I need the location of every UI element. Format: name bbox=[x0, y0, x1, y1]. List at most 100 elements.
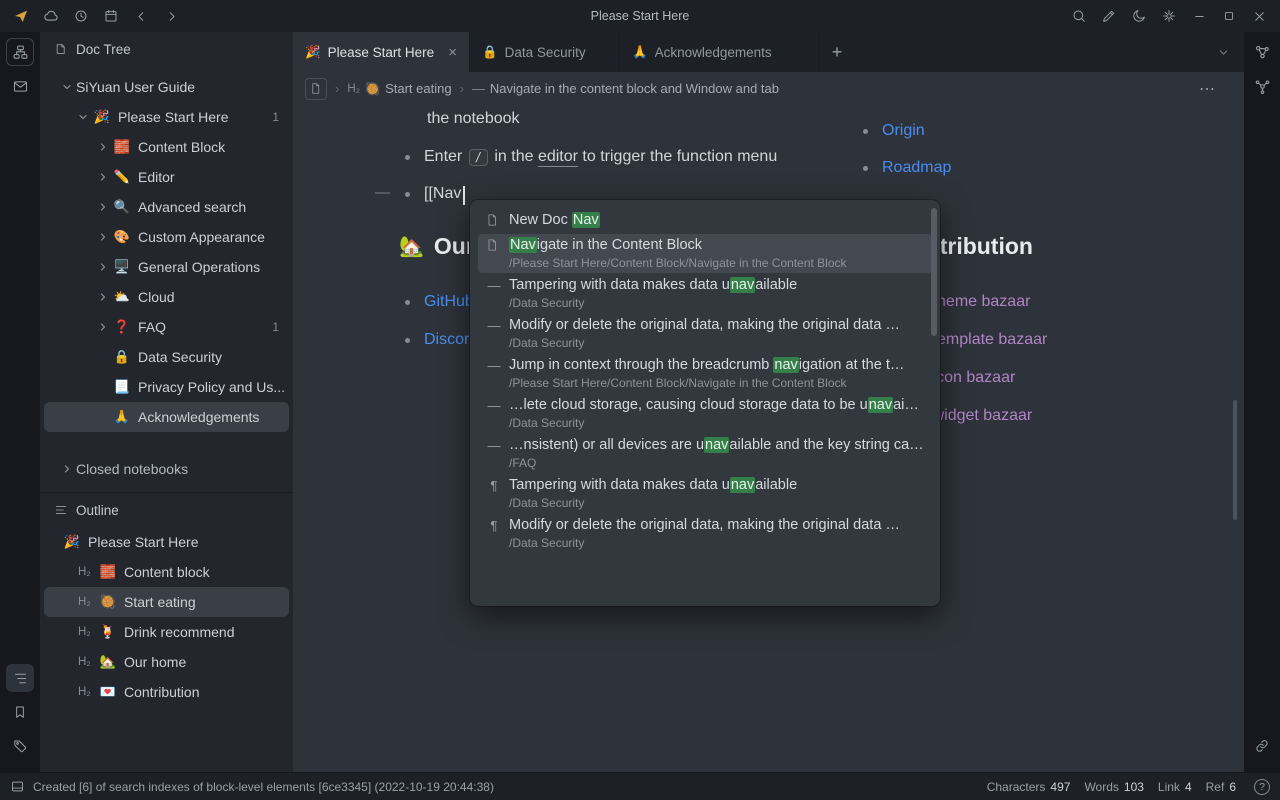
siyuan-logo-icon bbox=[6, 3, 36, 29]
minimize-button[interactable] bbox=[1184, 3, 1214, 29]
search-result-item[interactable]: New Doc Nav bbox=[478, 206, 932, 233]
breadcrumb-separator: › bbox=[335, 81, 339, 96]
outline-icon bbox=[54, 503, 68, 517]
graph-icon[interactable] bbox=[1248, 38, 1276, 66]
edit-pencil-icon[interactable] bbox=[1094, 3, 1124, 29]
doc-tree-item-privacy-policy-and-us[interactable]: 📃Privacy Policy and Us... bbox=[44, 372, 289, 402]
chevron-right-icon[interactable] bbox=[58, 463, 76, 475]
tab-close-icon[interactable]: × bbox=[448, 44, 457, 61]
heading-emoji: 🏡 bbox=[98, 654, 118, 670]
tag-icon[interactable] bbox=[6, 732, 34, 760]
search-result-item[interactable]: —…nsistent) or all devices are unavailab… bbox=[478, 434, 932, 473]
help-icon[interactable]: ? bbox=[1254, 779, 1270, 795]
doc-tree-item-custom-appearance[interactable]: 🎨Custom Appearance bbox=[44, 222, 289, 252]
breadcrumb-block[interactable]: — Navigate in the content block and Wind… bbox=[472, 81, 779, 96]
doc-tree-item-siyuan-user-guide[interactable]: SiYuan User Guide bbox=[44, 72, 289, 102]
list-item-marker: — bbox=[486, 398, 502, 413]
doc-tree-item-content-block[interactable]: 🧱Content Block bbox=[44, 132, 289, 162]
doc-tree-item-acknowledgements[interactable]: 🙏Acknowledgements bbox=[44, 402, 289, 432]
link-roadmap[interactable]: Roadmap bbox=[882, 159, 951, 177]
search-result-item[interactable]: —Tampering with data makes data unavaila… bbox=[478, 274, 932, 313]
chevron-right-icon[interactable] bbox=[94, 321, 112, 333]
link-github[interactable]: GitHub bbox=[424, 293, 474, 311]
tab-data-security[interactable]: 🔒Data Security bbox=[470, 32, 620, 72]
result-path: /Please Start Here/Content Block/Navigat… bbox=[509, 376, 924, 390]
forward-icon[interactable] bbox=[156, 3, 186, 29]
editor-scrollbar[interactable] bbox=[1233, 400, 1237, 520]
tab-emoji: 🔒 bbox=[482, 45, 498, 60]
tab-please-start-here[interactable]: 🎉Please Start Here× bbox=[293, 32, 470, 72]
outline-item-contribution[interactable]: H₂💌Contribution bbox=[44, 677, 289, 707]
outline-item-our-home[interactable]: H₂🏡Our home bbox=[44, 647, 289, 677]
new-tab-button[interactable]: + bbox=[820, 32, 854, 72]
chevron-right-icon[interactable] bbox=[94, 171, 112, 183]
theme-moon-icon[interactable] bbox=[1124, 3, 1154, 29]
editor-area[interactable]: the notebook Enter / in the editor to tr… bbox=[293, 105, 1244, 772]
daily-note-icon[interactable] bbox=[96, 3, 126, 29]
link-list-item: GitHub bbox=[405, 290, 474, 314]
search-result-item[interactable]: ¶Modify or delete the original data, mak… bbox=[478, 514, 932, 553]
chevron-right-icon[interactable] bbox=[94, 291, 112, 303]
document-icon[interactable] bbox=[305, 78, 327, 100]
search-result-item[interactable]: Navigate in the Content Block/Please Sta… bbox=[478, 234, 932, 273]
chevron-right-icon[interactable] bbox=[94, 141, 112, 153]
closed-notebooks-item[interactable]: Closed notebooks bbox=[44, 454, 289, 484]
outline-item-drink-recommend[interactable]: H₂🍹Drink recommend bbox=[44, 617, 289, 647]
doc-emoji: ❓ bbox=[112, 319, 132, 335]
result-title: —…lete cloud storage, causing cloud stor… bbox=[486, 397, 924, 413]
search-result-item[interactable]: —Jump in context through the breadcrumb … bbox=[478, 354, 932, 393]
search-result-item[interactable]: —Modify or delete the original data, mak… bbox=[478, 314, 932, 353]
search-result-item[interactable]: ¶Tampering with data makes data unavaila… bbox=[478, 474, 932, 513]
tabs: 🎉Please Start Here×🔒Data Security🙏Acknow… bbox=[293, 32, 820, 72]
search-icon[interactable] bbox=[1064, 3, 1094, 29]
maximize-button[interactable] bbox=[1214, 3, 1244, 29]
chevron-down-icon[interactable] bbox=[74, 111, 92, 123]
text-caret bbox=[463, 186, 465, 205]
doc-tree-item-cloud[interactable]: ⛅Cloud bbox=[44, 282, 289, 312]
inbox-icon[interactable] bbox=[6, 72, 34, 100]
global-graph-icon[interactable] bbox=[1248, 72, 1276, 100]
chevron-right-icon[interactable] bbox=[94, 261, 112, 273]
list-item-marker: — bbox=[486, 318, 502, 333]
dock-toggle-icon[interactable] bbox=[10, 779, 25, 794]
paragraph-text: the notebook bbox=[427, 107, 520, 131]
stat-ref: Ref6 bbox=[1206, 780, 1236, 794]
doc-emoji: 🎨 bbox=[112, 229, 132, 245]
outline-header: Outline bbox=[40, 493, 293, 527]
result-title: —Modify or delete the original data, mak… bbox=[486, 317, 924, 333]
sync-cloud-icon[interactable] bbox=[36, 3, 66, 29]
history-icon[interactable] bbox=[66, 3, 96, 29]
outline-item-start-eating[interactable]: H₂🥘Start eating bbox=[44, 587, 289, 617]
settings-gear-icon[interactable] bbox=[1154, 3, 1184, 29]
doc-tree-item-please-start-here[interactable]: 🎉Please Start Here1 bbox=[44, 102, 289, 132]
result-title: ¶Modify or delete the original data, mak… bbox=[486, 517, 924, 533]
chevron-down-icon[interactable] bbox=[58, 81, 76, 93]
chevron-right-icon[interactable] bbox=[94, 231, 112, 243]
close-button[interactable] bbox=[1244, 3, 1274, 29]
doc-tree-item-data-security[interactable]: 🔒Data Security bbox=[44, 342, 289, 372]
outline-item-content-block[interactable]: H₂🧱Content block bbox=[44, 557, 289, 587]
search-result-item[interactable]: —…lete cloud storage, causing cloud stor… bbox=[478, 394, 932, 433]
popup-scrollbar[interactable] bbox=[931, 208, 937, 336]
back-icon[interactable] bbox=[126, 3, 156, 29]
doc-tree-item-advanced-search[interactable]: 🔍Advanced search bbox=[44, 192, 289, 222]
backlink-icon[interactable] bbox=[1248, 732, 1276, 760]
doc-tree-item-editor[interactable]: ✏️Editor bbox=[44, 162, 289, 192]
document-icon bbox=[486, 238, 502, 252]
typing-line[interactable]: [[Nav bbox=[405, 182, 465, 206]
link-origin[interactable]: Origin bbox=[882, 122, 925, 140]
doc-tree-item-faq[interactable]: ❓FAQ1 bbox=[44, 312, 289, 342]
breadcrumb-heading[interactable]: H₂ 🥘 Start eating bbox=[347, 81, 451, 96]
doc-tree-item-general-operations[interactable]: 🖥️General Operations bbox=[44, 252, 289, 282]
more-options-icon[interactable]: ⋯ bbox=[1199, 79, 1216, 99]
heading-emoji: 💌 bbox=[98, 684, 118, 700]
outline-root-please-start-here[interactable]: 🎉Please Start Here bbox=[44, 527, 289, 557]
chevron-right-icon[interactable] bbox=[94, 201, 112, 213]
tab-acknowledgements[interactable]: 🙏Acknowledgements bbox=[620, 32, 820, 72]
editor-block-ref[interactable]: editor bbox=[538, 148, 578, 167]
doc-emoji: 🎉 bbox=[62, 534, 82, 550]
tab-list-chevron-icon[interactable] bbox=[1217, 46, 1230, 59]
outline-dock-icon[interactable] bbox=[6, 664, 34, 692]
bookmark-icon[interactable] bbox=[6, 698, 34, 726]
dock-panel-icon[interactable] bbox=[6, 38, 34, 66]
